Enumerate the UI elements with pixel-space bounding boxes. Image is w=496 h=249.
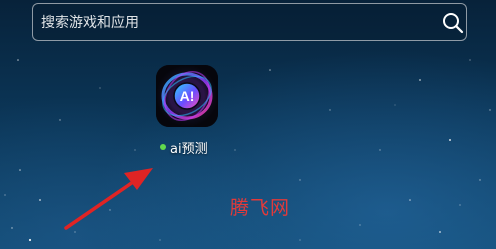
app-label-row: ai预测	[160, 138, 208, 157]
search-bar[interactable]	[32, 3, 467, 41]
app-shortcut-ai-prediction[interactable]: A! ai预测	[146, 62, 230, 162]
status-dot-icon	[160, 144, 166, 150]
app-label: ai预测	[170, 141, 208, 157]
watermark: 腾飞网	[230, 197, 291, 219]
search-icon[interactable]	[441, 11, 465, 35]
app-icon[interactable]: A!	[156, 65, 218, 127]
search-input[interactable]	[41, 13, 421, 33]
app-icon-logo-text: A!	[180, 88, 195, 104]
